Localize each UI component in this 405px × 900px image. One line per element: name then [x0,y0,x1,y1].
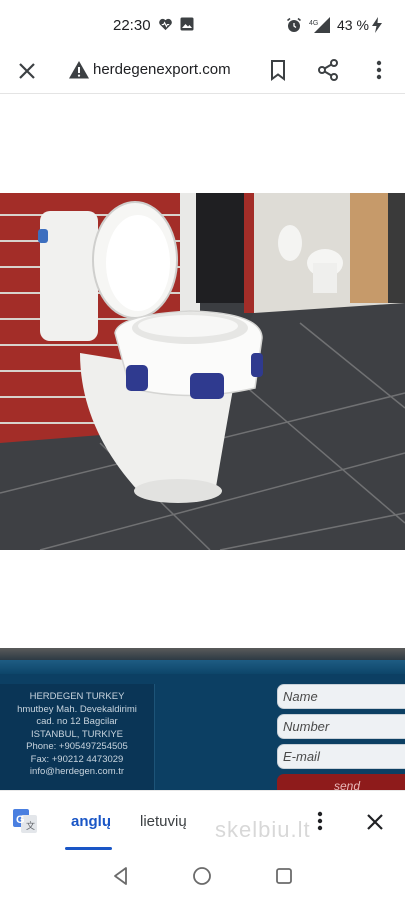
image-icon [180,17,194,36]
recents-icon[interactable] [273,865,295,887]
contact-phone[interactable]: Phone: +905497254505 [0,741,154,754]
tab-source-language[interactable]: anglų [71,813,111,830]
contact-street: hmutbey Mah. Devekaldirimi [17,703,137,715]
translate-more-icon[interactable] [311,809,329,833]
contact-company: HERDEGEN TURKEY [29,691,125,702]
product-photo [0,193,405,550]
footer-band [0,660,405,674]
svg-text:G: G [16,814,25,826]
status-bar: 22:30 4G 43 % [0,0,405,48]
contact-email[interactable]: info@herdegen.com.tr [0,766,154,779]
tab-target-language[interactable]: lietuvių [140,813,187,830]
status-time: 22:30 [113,17,151,34]
more-vert-icon[interactable] [370,58,388,82]
contact-info: HERDEGEN TURKEY hmutbey Mah. Devekaldiri… [0,684,155,794]
footer-divider [0,648,405,660]
back-icon[interactable] [110,865,132,887]
alarm-icon [286,17,302,38]
system-nav-bar [0,852,405,900]
custom-tab-toolbar: herdegenexport.com [0,48,405,94]
signal-icon: 4G [309,17,331,38]
watermark: skelbiu.lt [215,817,311,842]
number-input[interactable]: Number [277,714,405,739]
contact-city: ISTANBUL, TURKIYE [30,728,124,740]
url-text[interactable]: herdegenexport.com [93,61,231,78]
home-icon[interactable] [191,865,213,887]
share-icon[interactable] [316,58,340,82]
heart-monitor-icon [158,17,173,37]
translate-bar: G 文 anglų lietuvių skelbiu.lt [0,790,405,852]
battery-percentage: 43 % [337,17,369,33]
bookmark-icon[interactable] [266,58,290,82]
battery-charging-icon [371,17,383,38]
active-tab-indicator [65,847,112,850]
google-translate-icon: G 文 [13,809,37,833]
close-icon[interactable] [14,58,40,84]
warning-icon[interactable] [68,59,90,81]
site-footer: HERDEGEN TURKEY hmutbey Mah. Devekaldiri… [0,648,405,798]
svg-text:4G: 4G [309,20,318,27]
contact-address: cad. no 12 Bagcilar [36,716,118,727]
svg-text:文: 文 [26,820,35,831]
email-input[interactable]: E-mail [277,744,405,769]
translate-close-icon[interactable] [362,809,388,835]
contact-fax: Fax: +90212 4473029 [30,753,124,765]
name-input[interactable]: Name [277,684,405,709]
